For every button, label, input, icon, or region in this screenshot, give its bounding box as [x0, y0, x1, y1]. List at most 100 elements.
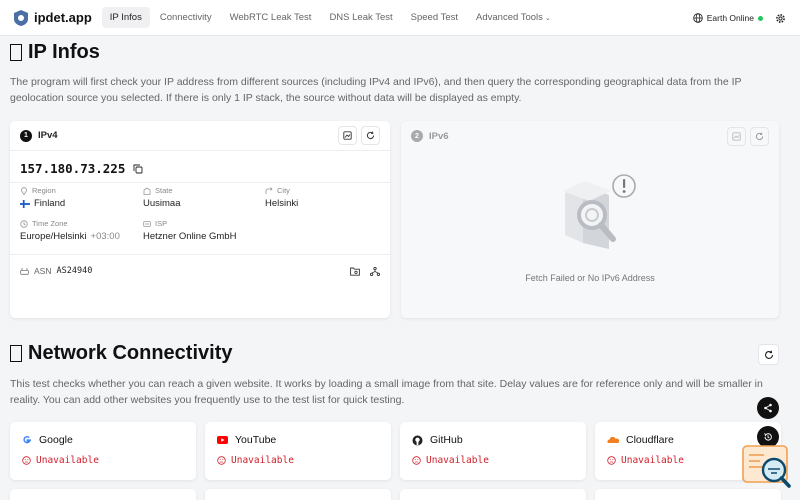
isp-icon: [143, 220, 151, 227]
ipv4-divider-top: [10, 182, 390, 183]
nav-advanced-tools[interactable]: Advanced Tools ⌄: [468, 7, 559, 28]
ipv4-label: IPv4: [38, 130, 58, 141]
finland-flag-icon: [20, 199, 30, 208]
cloudflare-status: Unavailable: [621, 455, 684, 466]
github-status: Unavailable: [426, 455, 489, 466]
ipv6-label: IPv6: [429, 130, 449, 142]
ip-infos-description: The program will first check your IP add…: [10, 76, 742, 104]
cloudflare-name: Cloudflare: [626, 434, 674, 446]
top-navbar: ipdet.app IP Infos Connectivity WebRTC L…: [0, 0, 800, 36]
ip-infos-title: IP Infos: [28, 41, 100, 63]
youtube-card[interactable]: YouTube Unavailable: [205, 422, 391, 480]
map-icon: [732, 131, 741, 141]
region-field: Region Finland: [20, 186, 65, 209]
brand-name: ipdet.app: [34, 10, 92, 25]
logo-icon: [14, 9, 28, 26]
nav-webrtc-leak-test[interactable]: WebRTC Leak Test: [222, 7, 320, 28]
ipv6-card-header: 2 IPv6: [401, 121, 779, 151]
refresh-icon: [755, 132, 764, 140]
site-card-partial[interactable]: [400, 489, 586, 500]
nav-connectivity[interactable]: Connectivity: [152, 7, 220, 28]
building-icon: [143, 187, 151, 195]
share-button[interactable]: [757, 397, 779, 419]
ipv6-card: 2 IPv6 Fetch Failed or No IPv6 Address: [401, 121, 779, 318]
connectivity-refresh-button[interactable]: [758, 344, 779, 365]
asn-value: AS24940: [56, 266, 93, 276]
ipv6-fetch-failed-message: Fetch Failed or No IPv6 Address: [525, 273, 655, 283]
google-icon: [23, 436, 31, 444]
route-icon: [265, 186, 273, 194]
github-icon: [412, 435, 423, 445]
sad-face-icon: [412, 456, 421, 465]
isp-field: ISP Hetzner Online GmbH: [143, 219, 236, 242]
google-name: Google: [39, 434, 73, 446]
city-field: City Helsinki: [265, 186, 298, 209]
region-label: Region: [32, 186, 56, 195]
folder-icon[interactable]: [350, 267, 360, 276]
github-name: GitHub: [430, 434, 463, 446]
gear-icon[interactable]: [775, 13, 786, 24]
cloudflare-icon: [607, 436, 619, 443]
network-icon[interactable]: [370, 266, 380, 276]
sad-face-icon: [607, 456, 616, 465]
ipv4-number-badge: 1: [20, 129, 32, 142]
nav-advanced-tools-label: Advanced Tools: [476, 12, 543, 23]
fetch-failed-illustration-icon: [563, 174, 636, 249]
online-dot: [758, 15, 763, 21]
router-icon: [20, 268, 29, 275]
asn-row: ASN AS24940: [20, 262, 380, 280]
earth-online-status[interactable]: Earth Online: [692, 13, 763, 23]
github-card[interactable]: GitHub Unavailable: [400, 422, 586, 480]
ipv4-address[interactable]: 157.180.73.225: [20, 161, 125, 176]
youtube-icon: [217, 436, 228, 444]
timezone-field: Time Zone Europe/Helsinki +03:00: [20, 219, 120, 242]
network-connectivity-title: Network Connectivity: [28, 342, 233, 364]
site-card-partial[interactable]: [595, 489, 781, 500]
clock-icon: [20, 219, 28, 228]
globe-icon: [692, 13, 703, 23]
site-card-partial[interactable]: [10, 489, 196, 500]
chevron-down-icon: ⌄: [544, 15, 551, 22]
ipv4-address-row: 157.180.73.225: [20, 161, 143, 176]
timezone-value: Europe/Helsinki: [20, 231, 87, 242]
sad-face-icon: [22, 456, 31, 465]
isp-label: ISP: [155, 219, 168, 228]
nav-speed-test[interactable]: Speed Test: [403, 7, 466, 28]
placeholder-glyph-icon: [10, 345, 22, 362]
history-icon: [763, 433, 772, 441]
ipv4-refresh-button[interactable]: [361, 126, 380, 145]
ipv4-divider-bottom: [10, 254, 390, 255]
refresh-icon: [366, 131, 375, 140]
timezone-offset: +03:00: [90, 231, 120, 242]
youtube-status: Unavailable: [231, 455, 294, 466]
search-helper-widget-icon[interactable]: [742, 444, 792, 488]
network-connectivity-description: This test checks whether you can reach a…: [10, 378, 763, 406]
map-icon: [343, 131, 352, 140]
network-connectivity-heading: Network Connectivity: [10, 342, 232, 365]
ipv6-map-button[interactable]: [727, 126, 746, 146]
timezone-label: Time Zone: [32, 219, 68, 228]
share-icon: [764, 403, 772, 413]
sad-face-icon: [217, 456, 226, 465]
state-label: State: [155, 186, 173, 195]
google-card[interactable]: Google Unavailable: [10, 422, 196, 480]
city-label: City: [277, 186, 290, 195]
nav-ip-infos[interactable]: IP Infos: [101, 7, 150, 28]
ipv6-number-badge: 2: [411, 130, 423, 142]
ip-infos-heading: IP Infos: [10, 41, 100, 64]
ipv4-card-header: 1 IPv4: [10, 121, 390, 151]
ipv6-refresh-button[interactable]: [750, 126, 769, 146]
earth-online-label: Earth Online: [706, 13, 754, 23]
region-value: Finland: [34, 198, 66, 209]
nav-dns-leak-test[interactable]: DNS Leak Test: [321, 7, 400, 28]
state-value: Uusimaa: [143, 198, 181, 209]
city-value: Helsinki: [265, 198, 299, 209]
ipv4-map-button[interactable]: [338, 126, 357, 145]
placeholder-glyph-icon: [10, 44, 22, 61]
refresh-icon: [764, 350, 773, 359]
copy-icon[interactable]: [133, 164, 143, 174]
site-card-partial[interactable]: [205, 489, 391, 500]
brand[interactable]: ipdet.app: [14, 9, 92, 26]
asn-label: ASN: [34, 266, 52, 276]
youtube-name: YouTube: [235, 434, 277, 446]
